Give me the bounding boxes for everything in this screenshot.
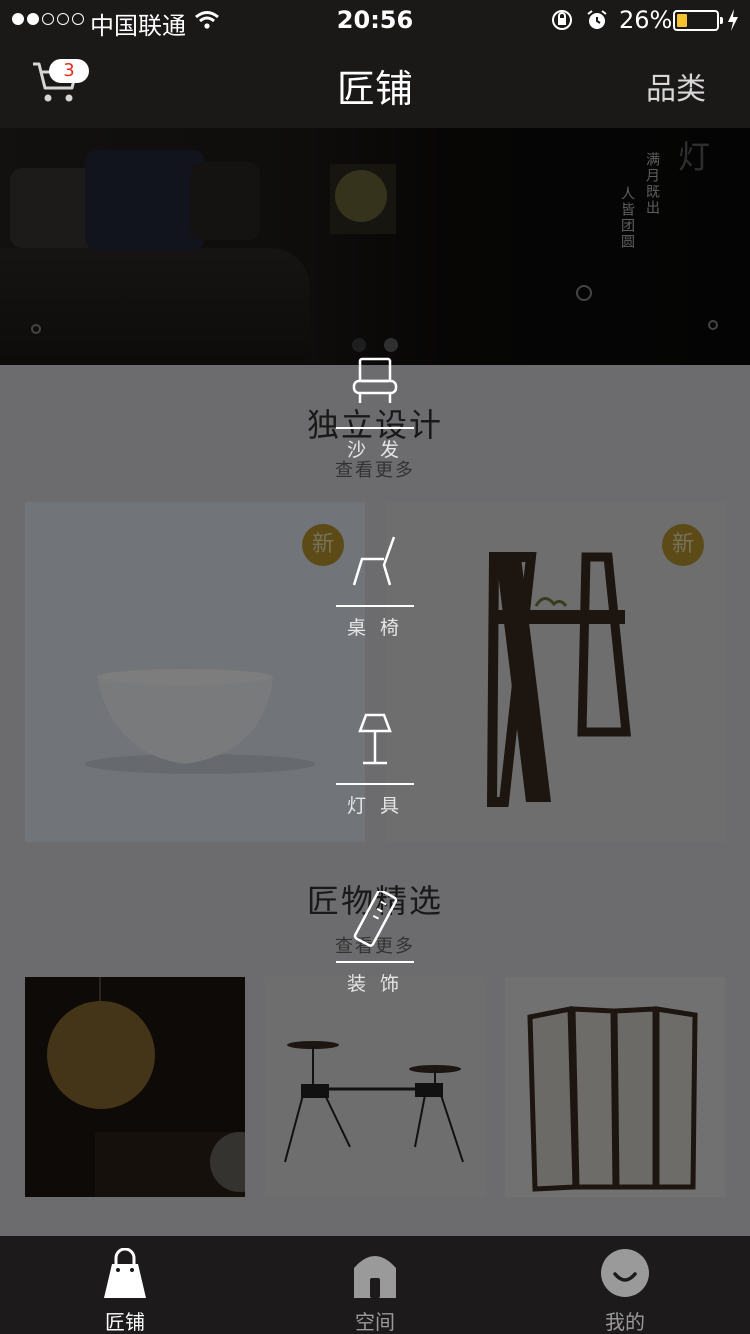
smiley-icon (601, 1249, 649, 1297)
house-icon (354, 1256, 396, 1298)
menu-item-sofa[interactable]: 沙 发 (336, 357, 414, 467)
shopping-bag-icon (104, 1248, 146, 1298)
lamp-icon (358, 713, 392, 765)
tab-label: 我的 (605, 1310, 645, 1334)
charging-bolt-icon (726, 8, 740, 38)
menu-label: 沙 发 (346, 439, 404, 461)
alarm-icon (585, 8, 609, 38)
category-button[interactable]: 品类 (646, 64, 706, 108)
tab-label: 空间 (355, 1310, 395, 1334)
page-title: 匠铺 (336, 67, 413, 111)
battery-icon (673, 10, 723, 31)
chair-icon (352, 536, 396, 586)
sofa-icon (352, 357, 398, 403)
battery-percent: 26% (619, 6, 673, 34)
tab-label: 匠铺 (105, 1310, 145, 1334)
menu-divider (336, 427, 414, 429)
menu-item-decoration[interactable]: 装 饰 (336, 891, 414, 1001)
decoration-icon (353, 891, 398, 947)
menu-divider (336, 605, 414, 607)
tab-me[interactable]: 我的 (500, 1236, 750, 1334)
menu-overlay[interactable] (0, 128, 750, 1236)
tab-bar: 匠铺 空间 我的 (0, 1236, 750, 1334)
navigation-bar: 3 匠铺 品类 (0, 40, 750, 128)
menu-label: 装 饰 (346, 973, 404, 995)
menu-divider (336, 961, 414, 963)
menu-item-lamp[interactable]: 灯 具 (336, 713, 414, 823)
menu-item-chair[interactable]: 桌 椅 (336, 535, 414, 645)
menu-label: 灯 具 (346, 795, 404, 817)
menu-label: 桌 椅 (346, 617, 404, 639)
status-bar: 中国联通 20:56 26% (0, 0, 750, 40)
rotation-lock-icon (550, 8, 574, 38)
tab-shop[interactable]: 匠铺 (0, 1236, 250, 1334)
tab-space[interactable]: 空间 (250, 1236, 500, 1334)
menu-divider (336, 783, 414, 785)
